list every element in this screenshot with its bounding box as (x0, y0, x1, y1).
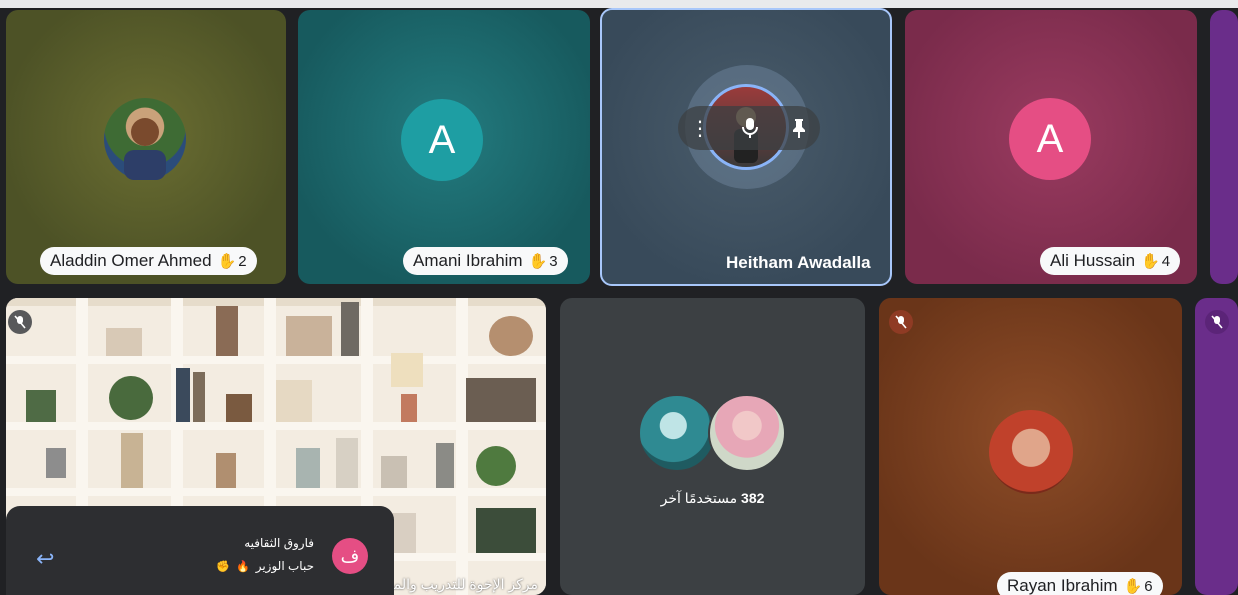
name-pill: Rayan Ibrahim ✋ 6 (997, 572, 1163, 595)
raised-hand: ✋ 4 (1141, 252, 1171, 271)
name-pill: Aladdin Omer Ahmed ✋ 2 (40, 247, 257, 275)
person-photo (124, 118, 166, 180)
participant-tile-partial[interactable] (1210, 10, 1238, 284)
reaction-fist: ✊ (216, 560, 231, 573)
chat-message-text: حباب الوزير (255, 559, 314, 573)
participant-name: Ali Hussain (1050, 251, 1136, 270)
others-label: مستخدمًا آخر (660, 490, 738, 506)
raised-hand: ✋ 6 (1124, 577, 1153, 595)
reaction-fire: 🔥 (236, 560, 250, 573)
participant-tile-partial-purple[interactable] (1195, 298, 1238, 595)
raised-hand: ✋ 3 (528, 252, 558, 271)
participant-name: Rayan Ibrahim (1007, 576, 1118, 595)
pin-icon[interactable] (790, 117, 808, 139)
avatar-initial: ف (340, 545, 360, 566)
chat-message: حباب الوزير 🔥 ✊ (216, 559, 314, 573)
top-strip (0, 0, 1238, 8)
participant-name: Amani Ibrahim (413, 251, 523, 270)
hand-queue-number: 6 (1144, 577, 1153, 595)
others-count-label: 382 مستخدمًا آخر (560, 490, 865, 507)
participant-tile-amani[interactable]: A Amani Ibrahim ✋ 3 (298, 10, 590, 284)
reply-arrow-icon[interactable]: ↩ (36, 546, 54, 572)
mic-off-icon (895, 315, 907, 329)
avatar (104, 98, 186, 180)
mic-off-indicator (8, 310, 32, 334)
avatar (989, 410, 1073, 494)
name-pill: Amani Ibrahim ✋ 3 (403, 247, 568, 275)
chat-sender: فاروق الثقافيه (244, 536, 314, 550)
more-vert-icon[interactable]: ⋮ (690, 116, 710, 141)
avatar: A (1009, 98, 1091, 180)
mic-icon[interactable] (741, 117, 759, 139)
avatar: A (401, 99, 483, 181)
name-pill: Ali Hussain ✋ 4 (1040, 247, 1181, 275)
participant-tile-heitham[interactable]: ⋮ Heitham Awadalla (600, 8, 892, 286)
participant-tile-ali[interactable]: A Ali Hussain ✋ 4 (905, 10, 1197, 284)
others-avatar-2 (708, 394, 786, 472)
hand-raised-icon: ✋ (528, 253, 548, 270)
others-count: 382 (741, 490, 765, 506)
participant-tile-aladdin[interactable]: Aladdin Omer Ahmed ✋ 2 (6, 10, 286, 284)
participant-name: Heitham Awadalla (726, 253, 871, 272)
others-tile[interactable]: 382 مستخدمًا آخر (560, 298, 865, 595)
hand-raised-icon: ✋ (1123, 578, 1143, 595)
mic-off-indicator (1205, 310, 1229, 334)
participant-name: Aladdin Omer Ahmed (50, 251, 212, 270)
participant-tile-rayan[interactable]: Rayan Ibrahim ✋ 6 (879, 298, 1182, 595)
avatar-initial: A (428, 117, 456, 162)
hand-raised-icon: ✋ (217, 253, 237, 270)
hand-raised-icon: ✋ (1141, 253, 1160, 270)
mic-off-icon (14, 315, 26, 329)
mic-off-icon (1211, 315, 1223, 329)
chat-avatar: ف (332, 538, 368, 574)
others-avatar-1 (638, 394, 716, 472)
raised-hand: ✋ 2 (217, 252, 247, 271)
mic-off-indicator (889, 310, 913, 334)
hand-queue-number: 3 (549, 252, 558, 270)
avatar-initial: A (1036, 116, 1064, 161)
tile-hover-controls: ⋮ (678, 106, 820, 150)
hand-queue-number: 2 (238, 252, 247, 270)
chat-toast[interactable]: ف فاروق الثقافيه حباب الوزير 🔥 ✊ ↩ (6, 506, 394, 595)
hand-queue-number: 4 (1161, 252, 1171, 270)
